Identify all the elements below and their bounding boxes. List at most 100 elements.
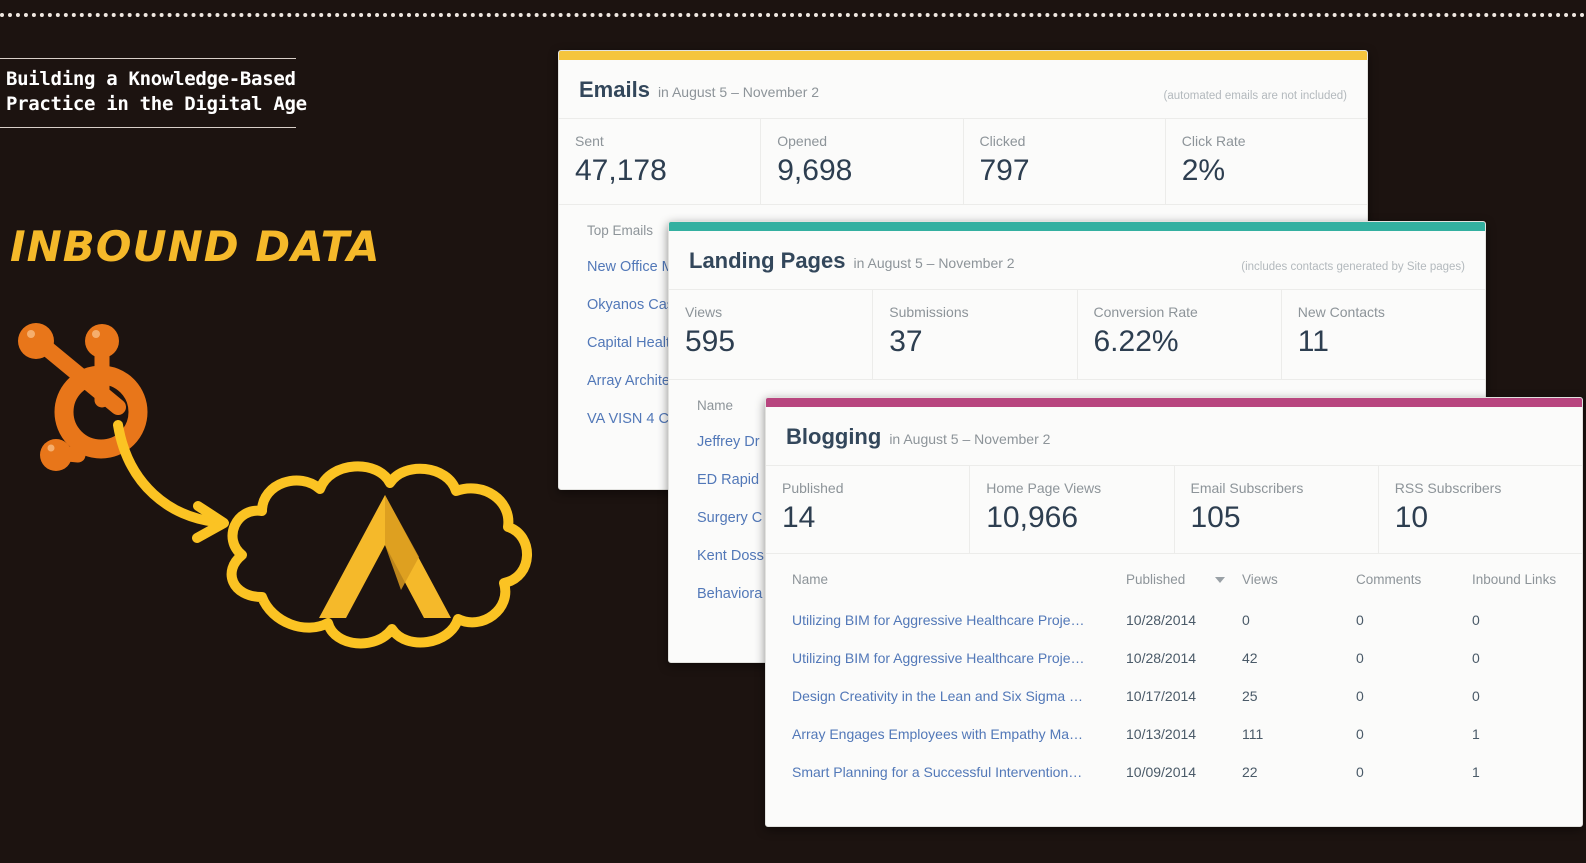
metric-sent-label: Sent xyxy=(575,133,604,149)
metric-opened-value: 9,698 xyxy=(777,154,853,187)
slide-title: Building a Knowledge-Based Practice in t… xyxy=(0,58,307,128)
metric-opened: Opened 9,698 xyxy=(761,119,964,204)
cell-views: 42 xyxy=(1242,650,1258,666)
metric-email-subscribers: Email Subscribers 105 xyxy=(1175,466,1379,553)
table-row[interactable]: Design Creativity in the Lean and Six Si… xyxy=(766,677,1582,715)
metric-conversion-rate-label: Conversion Rate xyxy=(1093,304,1198,320)
cell-inbound-links: 1 xyxy=(1472,764,1480,780)
metric-email-subscribers-value: 105 xyxy=(1190,501,1241,534)
cell-inbound-links: 1 xyxy=(1472,726,1480,742)
column-header-views[interactable]: Views xyxy=(1242,560,1356,601)
metric-clicked-value: 797 xyxy=(979,154,1030,187)
metric-sent-value: 47,178 xyxy=(575,154,667,187)
landing-pages-panel-subtitle: in August 5 – November 2 xyxy=(853,255,1015,271)
cell-comments: 0 xyxy=(1356,650,1364,666)
cell-published: 10/17/2014 xyxy=(1126,688,1197,704)
table-row[interactable]: Array Engages Employees with Empathy Ma…… xyxy=(766,715,1582,753)
metric-rss-subscribers-label: RSS Subscribers xyxy=(1394,480,1502,496)
metric-published: Published 14 xyxy=(766,466,971,553)
blogging-panel-title: Blogging xyxy=(786,424,882,449)
metric-rss-subscribers-value: 10 xyxy=(1394,501,1429,534)
blog-posts-table: Name Published Views Comments Inbound Li… xyxy=(766,560,1582,791)
cell-post-name[interactable]: Smart Planning for a Successful Interven… xyxy=(766,753,1126,791)
landing-pages-accent-bar xyxy=(669,222,1485,231)
cell-published: 10/09/2014 xyxy=(1126,764,1197,780)
post-link[interactable]: Array Engages Employees with Empathy Ma… xyxy=(792,726,1083,742)
metric-views-value: 595 xyxy=(685,325,736,358)
landing-pages-panel-title: Landing Pages xyxy=(689,248,846,273)
metric-home-page-views: Home Page Views 10,966 xyxy=(970,466,1175,553)
metric-submissions-label: Submissions xyxy=(889,304,969,320)
post-link[interactable]: Utilizing BIM for Aggressive Healthcare … xyxy=(792,650,1085,666)
landing-pages-metric-row: Views 595 Submissions 37 Conversion Rate… xyxy=(669,290,1485,380)
top-dotted-rule xyxy=(0,13,1586,17)
post-link[interactable]: Smart Planning for a Successful Interven… xyxy=(792,764,1082,780)
cell-published: 10/13/2014 xyxy=(1126,726,1197,742)
cell-inbound-links: 0 xyxy=(1472,650,1480,666)
post-link[interactable]: Design Creativity in the Lean and Six Si… xyxy=(792,688,1083,704)
emails-panel-title: Emails xyxy=(579,77,650,102)
metric-conversion-rate-value: 6.22% xyxy=(1093,325,1179,358)
post-link[interactable]: Utilizing BIM for Aggressive Healthcare … xyxy=(792,612,1085,628)
cell-views: 22 xyxy=(1242,764,1258,780)
emails-panel-note: (automated emails are not included) xyxy=(1163,90,1347,102)
blogging-accent-bar xyxy=(766,398,1582,407)
table-row[interactable]: Utilizing BIM for Aggressive Healthcare … xyxy=(766,639,1582,677)
cell-published: 10/28/2014 xyxy=(1126,612,1197,628)
table-row[interactable]: Smart Planning for a Successful Interven… xyxy=(766,753,1582,791)
metric-home-page-views-label: Home Page Views xyxy=(986,480,1102,496)
metric-new-contacts: New Contacts 11 xyxy=(1282,290,1485,379)
metric-clicked-label: Clicked xyxy=(979,133,1026,149)
metric-email-subscribers-label: Email Subscribers xyxy=(1190,480,1304,496)
metric-click-rate-label: Click Rate xyxy=(1181,133,1246,149)
metric-opened-label: Opened xyxy=(777,133,828,149)
metric-home-page-views-value: 10,966 xyxy=(986,501,1079,534)
slide-title-line-1: Building a Knowledge-Based xyxy=(6,68,296,90)
cell-views: 25 xyxy=(1242,688,1258,704)
emails-panel-header: Emails in August 5 – November 2 (automat… xyxy=(559,60,1367,119)
blogging-dashboard-panel[interactable]: Blogging in August 5 – November 2 Publis… xyxy=(765,397,1583,827)
cell-comments: 0 xyxy=(1356,612,1364,628)
section-heading-inbound-data: INBOUND DATA xyxy=(10,222,381,271)
metric-views-label: Views xyxy=(685,304,723,320)
cell-comments: 0 xyxy=(1356,688,1364,704)
metric-click-rate: Click Rate 2% xyxy=(1166,119,1367,204)
blogging-metric-row: Published 14 Home Page Views 10,966 Emai… xyxy=(766,466,1582,554)
metric-click-rate-value: 2% xyxy=(1181,154,1226,187)
sort-descending-icon[interactable] xyxy=(1215,577,1226,584)
metric-published-label: Published xyxy=(782,480,844,496)
emails-panel-subtitle: in August 5 – November 2 xyxy=(657,84,820,100)
metric-conversion-rate: Conversion Rate 6.22% xyxy=(1078,290,1282,379)
metric-views: Views 595 xyxy=(669,290,874,379)
column-header-inbound-links[interactable]: Inbound Links xyxy=(1472,560,1582,601)
metric-new-contacts-label: New Contacts xyxy=(1297,304,1385,320)
inbound-data-diagram xyxy=(18,323,532,649)
cell-post-name[interactable]: Utilizing BIM for Aggressive Healthcare … xyxy=(766,601,1126,639)
column-header-name[interactable]: Name xyxy=(766,560,1126,601)
metric-sent: Sent 47,178 xyxy=(559,119,762,204)
cell-views: 111 xyxy=(1242,726,1264,742)
metric-clicked: Clicked 797 xyxy=(964,119,1166,204)
array-chevron-logo xyxy=(319,495,451,618)
landing-pages-panel-note: (includes contacts generated by Site pag… xyxy=(1241,261,1465,273)
blogging-panel-header: Blogging in August 5 – November 2 xyxy=(766,407,1582,466)
table-header-row: Name Published Views Comments Inbound Li… xyxy=(766,560,1582,601)
metric-new-contacts-value: 11 xyxy=(1297,325,1329,358)
cell-inbound-links: 0 xyxy=(1472,612,1480,628)
cell-published: 10/28/2014 xyxy=(1126,650,1197,666)
column-header-published[interactable]: Published xyxy=(1126,560,1242,601)
blogging-panel-subtitle: in August 5 – November 2 xyxy=(889,431,1051,447)
cell-inbound-links: 0 xyxy=(1472,688,1480,704)
cell-comments: 0 xyxy=(1356,764,1364,780)
cell-post-name[interactable]: Design Creativity in the Lean and Six Si… xyxy=(766,677,1126,715)
column-header-comments[interactable]: Comments xyxy=(1356,560,1472,601)
metric-submissions-value: 37 xyxy=(889,325,923,358)
emails-metric-row: Sent 47,178 Opened 9,698 Clicked 797 Cli… xyxy=(559,119,1367,205)
table-row[interactable]: Utilizing BIM for Aggressive Healthcare … xyxy=(766,601,1582,639)
column-header-published-label: Published xyxy=(1126,572,1186,587)
cell-post-name[interactable]: Array Engages Employees with Empathy Ma… xyxy=(766,715,1126,753)
cell-post-name[interactable]: Utilizing BIM for Aggressive Healthcare … xyxy=(766,639,1126,677)
cell-views: 0 xyxy=(1242,612,1250,628)
cell-comments: 0 xyxy=(1356,726,1364,742)
emails-accent-bar xyxy=(559,51,1367,60)
